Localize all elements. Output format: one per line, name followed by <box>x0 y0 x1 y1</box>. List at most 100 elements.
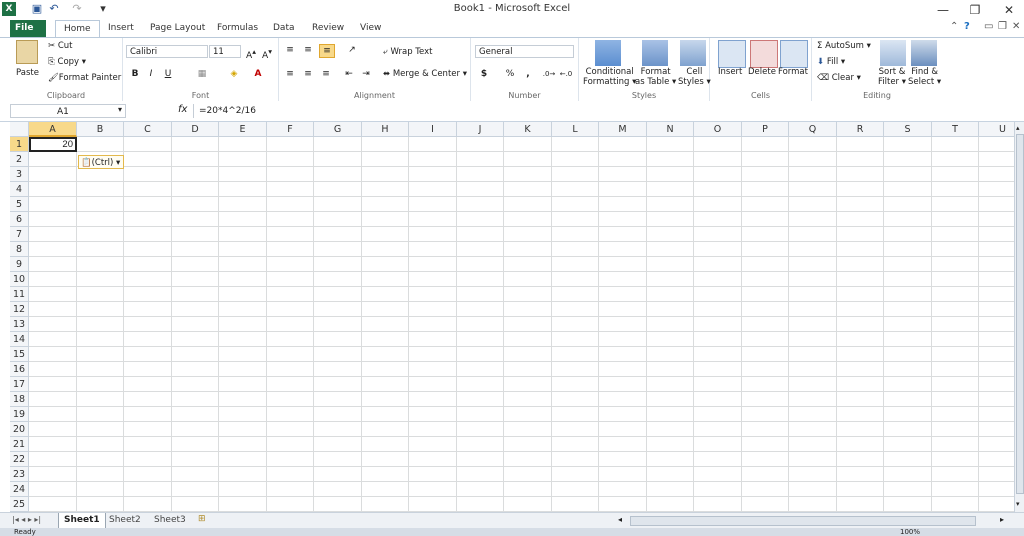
align-center-icon[interactable]: ≡ <box>301 68 315 80</box>
column-header[interactable]: D <box>172 122 219 137</box>
insert-cells-icon[interactable] <box>718 40 746 68</box>
paste-icon[interactable] <box>16 40 38 64</box>
row-header[interactable]: 21 <box>10 437 29 452</box>
sort-filter-icon[interactable] <box>880 40 906 66</box>
scroll-up-icon[interactable]: ▴ <box>1016 124 1020 132</box>
worksheet-grid[interactable]: ABCDEFGHIJKLMNOPQRSTU 1 2 3 4 5 6 7 8 9 10 11 12 13 1… <box>10 122 1014 512</box>
cell-styles-button[interactable]: Cell Styles ▾ <box>678 67 711 87</box>
format-painter-button[interactable]: 🖌Format Painter <box>48 73 121 83</box>
minimize-icon[interactable]: — <box>932 2 954 18</box>
tab-home[interactable]: Home <box>55 20 100 38</box>
column-header[interactable]: K <box>504 122 552 137</box>
column-header[interactable]: A <box>29 122 77 137</box>
format-cells-button[interactable]: Format <box>778 67 808 77</box>
format-as-table-icon[interactable] <box>642 40 668 66</box>
select-all-corner[interactable] <box>10 122 29 137</box>
decrease-decimal-icon[interactable]: ←.0 <box>559 68 573 80</box>
grow-font-icon[interactable]: A▴ <box>244 46 258 61</box>
row-header[interactable]: 9 <box>10 257 29 272</box>
row-header[interactable]: 5 <box>10 197 29 212</box>
row-header[interactable]: 8 <box>10 242 29 257</box>
row-header[interactable]: 14 <box>10 332 29 347</box>
scroll-left-icon[interactable]: ◂ <box>618 515 622 524</box>
wrap-text-button[interactable]: ⤶ Wrap Text <box>383 47 432 57</box>
insert-cells-button[interactable]: Insert <box>718 67 742 77</box>
copy-button[interactable]: ⎘ Copy ▾ <box>48 57 86 67</box>
row-header[interactable]: 20 <box>10 422 29 437</box>
row-header[interactable]: 19 <box>10 407 29 422</box>
italic-button[interactable]: I <box>144 68 158 80</box>
row-header[interactable]: 17 <box>10 377 29 392</box>
ribbon-minimize-icon[interactable]: ⌃ <box>950 21 958 32</box>
cell-styles-icon[interactable] <box>680 40 706 66</box>
column-header[interactable]: P <box>742 122 789 137</box>
insert-sheet-icon[interactable]: ⊞ <box>198 514 206 524</box>
conditional-formatting-button[interactable]: Conditional Formatting ▾ <box>583 67 636 87</box>
column-header[interactable]: M <box>599 122 647 137</box>
row-header[interactable]: 25 <box>10 497 29 512</box>
row-header[interactable]: 10 <box>10 272 29 287</box>
workbook-restore-icon[interactable]: ❐ <box>998 21 1007 32</box>
row-header[interactable]: 3 <box>10 167 29 182</box>
currency-button[interactable]: $ <box>477 68 491 80</box>
fill-button[interactable]: ⬇ Fill ▾ <box>817 57 845 67</box>
row-header[interactable]: 16 <box>10 362 29 377</box>
font-name-dropdown[interactable]: Calibri <box>126 45 208 58</box>
increase-decimal-icon[interactable]: .0→ <box>542 68 556 80</box>
scroll-right-icon[interactable]: ▸ <box>1000 515 1004 524</box>
row-header[interactable]: 1 <box>10 137 29 152</box>
column-header[interactable]: O <box>694 122 742 137</box>
align-right-icon[interactable]: ≡ <box>319 68 333 80</box>
sheet-nav-icons[interactable]: |◂ ◂ ▸ ▸| <box>12 515 41 524</box>
row-header[interactable]: 23 <box>10 467 29 482</box>
conditional-formatting-icon[interactable] <box>595 40 621 66</box>
column-header[interactable]: R <box>837 122 884 137</box>
column-header[interactable]: Q <box>789 122 837 137</box>
column-header[interactable]: T <box>932 122 979 137</box>
vertical-scrollbar[interactable]: ▴ ▾ <box>1014 122 1024 512</box>
fill-color-icon[interactable]: ◈ <box>227 68 241 80</box>
sort-filter-button[interactable]: Sort & Filter ▾ <box>878 67 906 87</box>
merge-center-button[interactable]: ⬌ Merge & Center ▾ <box>383 69 467 79</box>
column-header[interactable]: B <box>77 122 124 137</box>
column-header[interactable]: J <box>457 122 504 137</box>
formula-input[interactable]: =20*4^2/16 <box>193 104 1011 118</box>
row-header[interactable]: 15 <box>10 347 29 362</box>
orientation-icon[interactable]: ↗ <box>345 44 359 56</box>
column-header[interactable]: G <box>314 122 362 137</box>
number-format-dropdown[interactable]: General <box>475 45 574 58</box>
align-left-icon[interactable]: ≡ <box>283 68 297 80</box>
cell-a1[interactable]: 20 <box>29 137 77 152</box>
bold-button[interactable]: B <box>128 68 142 80</box>
row-header[interactable]: 11 <box>10 287 29 302</box>
tab-data[interactable]: Data <box>265 20 303 37</box>
align-top-icon[interactable]: ≡ <box>283 44 297 56</box>
column-header[interactable]: E <box>219 122 267 137</box>
shrink-font-icon[interactable]: A▾ <box>260 46 274 61</box>
horizontal-scroll-thumb[interactable] <box>630 516 976 526</box>
sheet-tab-2[interactable]: Sheet2 <box>104 513 146 528</box>
tab-review[interactable]: Review <box>304 20 352 37</box>
row-header[interactable]: 2 <box>10 152 29 167</box>
row-header[interactable]: 18 <box>10 392 29 407</box>
column-header[interactable]: U <box>979 122 1014 137</box>
row-header[interactable]: 24 <box>10 482 29 497</box>
column-header[interactable]: N <box>647 122 694 137</box>
workbook-close-icon[interactable]: ✕ <box>1012 21 1020 32</box>
scroll-down-icon[interactable]: ▾ <box>1016 500 1020 508</box>
cut-button[interactable]: ✂ Cut <box>48 41 72 51</box>
binoculars-icon[interactable] <box>911 40 937 66</box>
restore-icon[interactable]: ❐ <box>964 2 986 18</box>
row-header[interactable]: 7 <box>10 227 29 242</box>
column-header[interactable]: S <box>884 122 932 137</box>
tab-formulas[interactable]: Formulas <box>209 20 266 37</box>
delete-cells-button[interactable]: Delete <box>748 67 776 77</box>
column-header[interactable]: I <box>409 122 457 137</box>
close-icon[interactable]: ✕ <box>998 2 1020 18</box>
row-header[interactable]: 6 <box>10 212 29 227</box>
tab-page-layout[interactable]: Page Layout <box>142 20 213 37</box>
insert-function-icon[interactable]: fx <box>178 104 187 115</box>
column-header[interactable]: L <box>552 122 599 137</box>
underline-button[interactable]: U <box>161 68 175 80</box>
paste-button[interactable]: Paste <box>16 68 39 78</box>
